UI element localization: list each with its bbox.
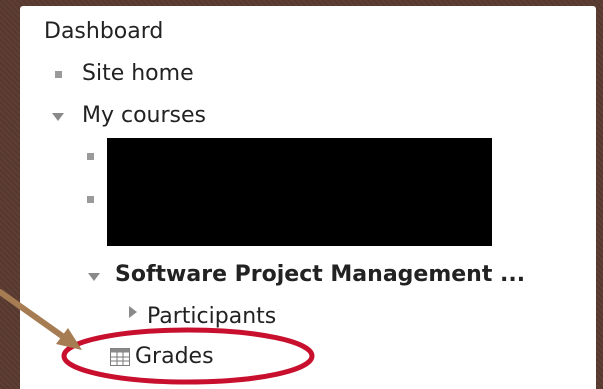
highlight-ellipse [61,327,315,385]
annotation-overlay [0,289,315,385]
pointer-arrow-shaft [0,289,68,341]
